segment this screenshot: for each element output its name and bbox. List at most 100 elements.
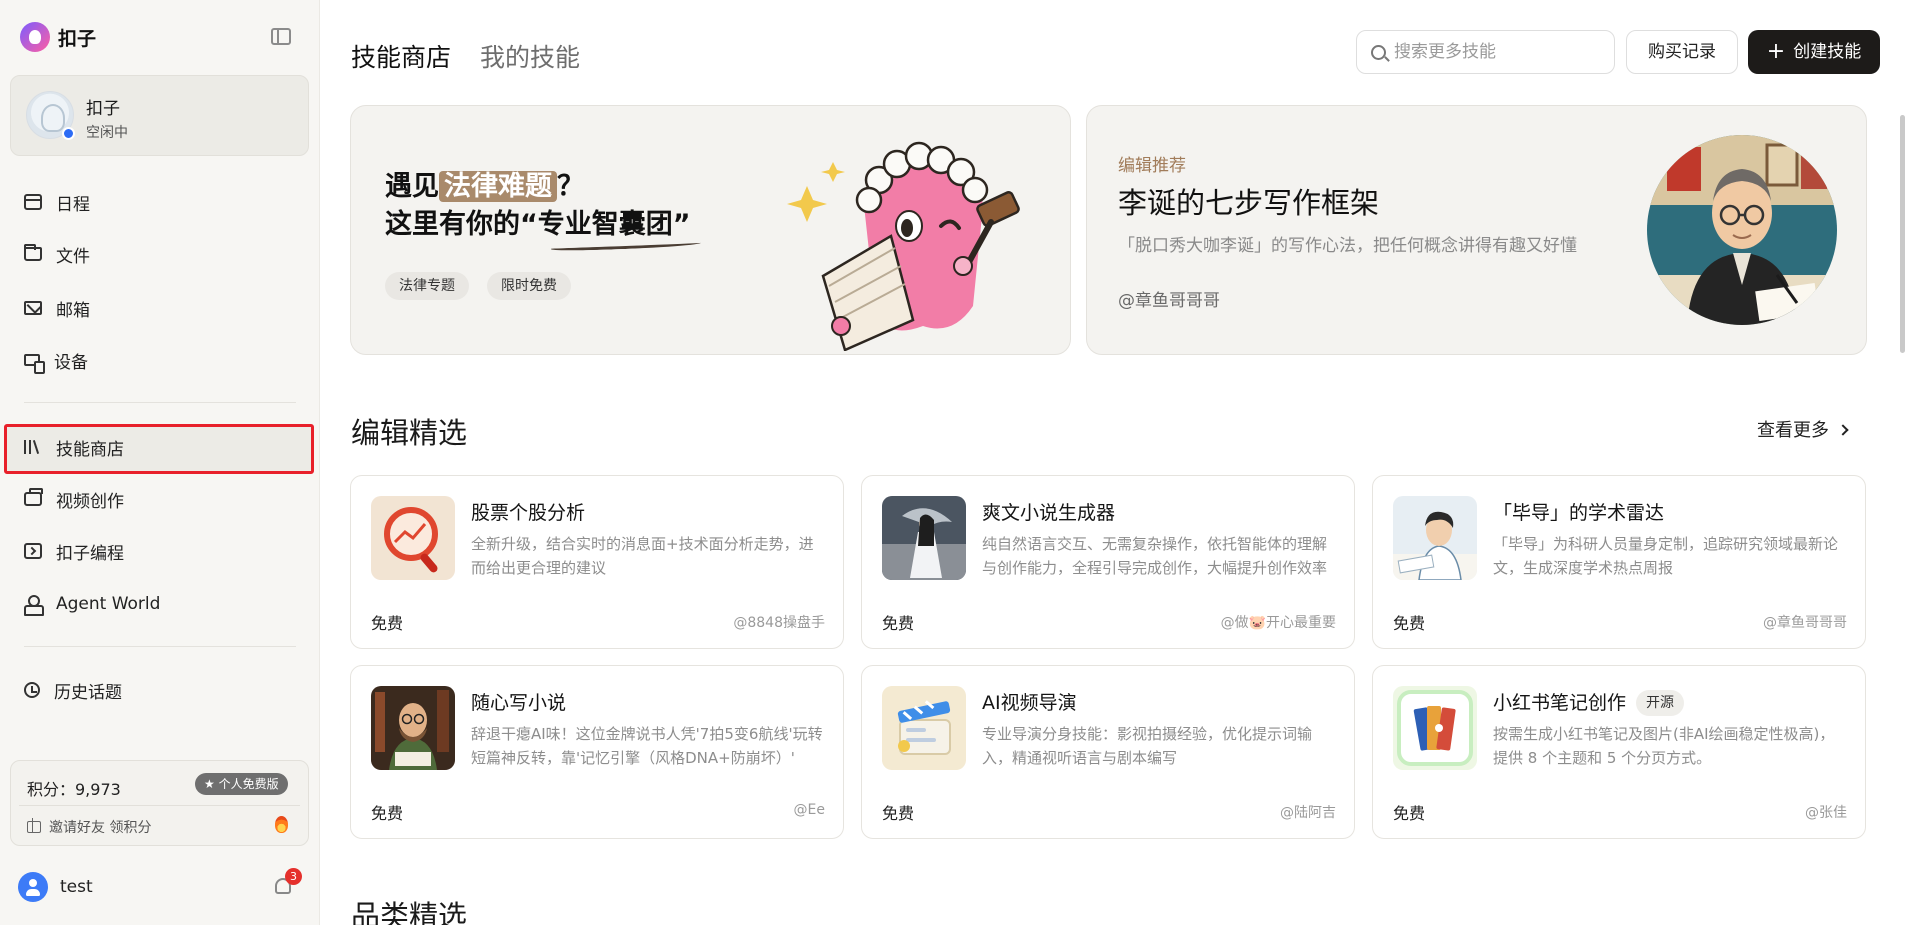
sidebar-collapse-icon[interactable] <box>271 28 291 45</box>
skill-card-description: 辞退干瘪AI味！这位金牌说书人凭'7拍5变6航线'玩转短篇神反转，靠'记忆引擎（… <box>471 725 823 767</box>
skill-card-price: 免费 <box>371 804 404 823</box>
sidebar-item-label: 邮箱 <box>56 300 90 321</box>
skill-card-author[interactable]: @做🐷开心最重要 <box>1221 612 1336 632</box>
banner-editor-recommend[interactable]: 编辑推荐 李诞的七步写作框架 「脱口秀大咖李诞」的写作心法，把任何概念讲得有趣又… <box>1086 105 1867 355</box>
user-profile[interactable]: test <box>18 872 93 902</box>
skill-card-title: 随心写小说 <box>471 692 567 714</box>
skill-card[interactable]: AI视频导演 专业导演分身技能：影视拍摄经验，优化提示词输入，精通视听语言与剧本… <box>861 665 1355 839</box>
calendar-icon <box>24 194 42 210</box>
skill-card-description: 全新升级，结合实时的消息面+技术面分析走势，进而给出更合理的建议 <box>471 535 814 577</box>
points-balance: 积分：9,973 <box>27 780 121 799</box>
coze-logo-icon <box>20 22 50 52</box>
skill-card[interactable]: 「毕导」的学术雷达 「毕导」为科研人员量身定制，追踪研究领域最新论文，生成深度学… <box>1372 475 1866 649</box>
plus-icon: + <box>1766 39 1786 64</box>
library-icon <box>24 439 42 455</box>
sidebar-item-label: 技能商店 <box>56 439 124 460</box>
stock-analysis-icon <box>371 496 455 580</box>
see-more-link[interactable]: 查看更多 <box>1757 416 1849 442</box>
skill-card-price: 免费 <box>1393 614 1426 633</box>
sidebar-item-coze-coding[interactable]: 扣子编程 <box>24 531 304 571</box>
skill-card-description: 按需生成小红书笔记及图片(非AI绘画稳定性极高)，提供 8 个主题和 5 个分页… <box>1493 725 1835 767</box>
academic-radar-icon <box>1393 496 1477 580</box>
invite-friends-link[interactable]: 邀请好友 领积分 <box>27 817 151 837</box>
skill-card-price: 免费 <box>1393 804 1426 823</box>
sidebar: 扣子 扣子 空闲中 日程 文件 邮箱 设备 技能商店 视频创作 扣子编程 Age… <box>0 0 320 925</box>
notification-count-badge: 3 <box>285 868 302 885</box>
page-scrollbar[interactable] <box>1900 115 1905 353</box>
section-title-category-pick: 品类精选 <box>351 899 468 925</box>
sidebar-item-video-creation[interactable]: 视频创作 <box>24 479 304 519</box>
device-icon <box>24 354 45 374</box>
banner-text: 遇见 <box>385 171 439 202</box>
plan-badge[interactable]: ★ 个人免费版 <box>195 773 288 795</box>
history-icon <box>24 682 40 698</box>
sidebar-item-label: 文件 <box>56 246 90 267</box>
sidebar-item-skill-store[interactable]: 技能商店 <box>24 427 304 467</box>
sidebar-item-label: 视频创作 <box>56 491 124 512</box>
skill-card-price: 免费 <box>371 614 404 633</box>
skill-card[interactable]: 爽文小说生成器 纯自然语言交互、无需复杂操作，依托智能体的理解与创作能力，全程引… <box>861 475 1355 649</box>
tab-skill-store[interactable]: 技能商店 <box>351 38 451 74</box>
banner-author[interactable]: @章鱼哥哥哥 <box>1118 286 1220 311</box>
search-icon <box>1371 44 1386 60</box>
points-card: 积分：9,973 ★ 个人免费版 邀请好友 领积分 <box>10 760 309 846</box>
skill-card-author[interactable]: @陆阿吉 <box>1280 802 1336 822</box>
skill-card-price: 免费 <box>882 804 915 823</box>
code-icon <box>24 543 42 559</box>
skill-card[interactable]: 小红书笔记创作 开源 按需生成小红书笔记及图片(非AI绘画稳定性极高)，提供 8 … <box>1372 665 1866 839</box>
banner-text: ？ <box>557 171 584 202</box>
agent-world-icon <box>24 595 44 616</box>
see-more-label: 查看更多 <box>1757 420 1829 441</box>
sidebar-item-files[interactable]: 文件 <box>24 234 304 274</box>
skill-card-author[interactable]: @张佳 <box>1805 802 1847 822</box>
search-box[interactable] <box>1356 30 1615 74</box>
banner-legal[interactable]: 遇见 法律难题？ 这里有你的“专业智囊团” 法律专题 限时免费 <box>350 105 1071 355</box>
agent-name: 扣子 <box>86 99 120 119</box>
invite-label: 邀请好友 领积分 <box>49 820 152 836</box>
banner-tag: 限时免费 <box>487 272 571 300</box>
sidebar-item-calendar[interactable]: 日程 <box>24 182 304 222</box>
skill-card-title: 「毕导」的学术雷达 <box>1493 502 1665 524</box>
sidebar-item-devices[interactable]: 设备 <box>24 340 304 380</box>
author-portrait-illustration <box>1647 135 1837 325</box>
skill-card[interactable]: 股票个股分析 全新升级，结合实时的消息面+技术面分析走势，进而给出更合理的建议 … <box>350 475 844 649</box>
skill-card-title: 爽文小说生成器 <box>982 502 1116 524</box>
skill-card-author[interactable]: @Ee <box>794 802 825 818</box>
skill-card[interactable]: 随心写小说 辞退干瘪AI味！这位金牌说书人凭'7拍5变6航线'玩转短篇神反转，靠… <box>350 665 844 839</box>
video-icon <box>24 488 43 506</box>
nav-divider <box>24 646 296 647</box>
brand-name: 扣子 <box>58 27 97 50</box>
brand[interactable]: 扣子 <box>20 22 96 52</box>
skill-card-description: 「毕导」为科研人员量身定制，追踪研究领域最新论文，生成深度学术热点周报 <box>1493 535 1839 577</box>
search-input[interactable] <box>1394 42 1594 62</box>
fire-icon <box>275 816 288 833</box>
novel-generator-icon <box>882 496 966 580</box>
video-director-icon <box>882 686 966 770</box>
purchase-history-button[interactable]: 购买记录 <box>1626 30 1738 74</box>
sidebar-item-agent-world[interactable]: Agent World <box>24 584 304 624</box>
banner-headline-1: 遇见 法律难题？ <box>385 164 584 203</box>
sidebar-item-label: 历史话题 <box>54 682 122 703</box>
user-name: test <box>60 877 93 897</box>
banner-title: 李诞的七步写作框架 <box>1118 186 1380 220</box>
banner-tag: 法律专题 <box>385 272 469 300</box>
section-title-editor-pick: 编辑精选 <box>351 416 468 450</box>
create-skill-button[interactable]: + 创建技能 <box>1748 30 1880 74</box>
sidebar-item-mail[interactable]: 邮箱 <box>24 288 304 328</box>
skill-card-author[interactable]: @8848操盘手 <box>733 612 825 632</box>
skill-card-author[interactable]: @章鱼哥哥哥 <box>1763 612 1847 632</box>
write-novel-icon <box>371 686 455 770</box>
banner-headline-2: 这里有你的“专业智囊团” <box>385 209 691 240</box>
sidebar-item-label: 扣子编程 <box>56 543 124 564</box>
skill-card-title: 股票个股分析 <box>471 502 586 524</box>
nav-divider <box>24 402 296 403</box>
points-divider <box>19 805 300 806</box>
skill-card-title: 小红书笔记创作 开源 <box>1493 688 1685 716</box>
sidebar-item-history[interactable]: 历史话题 <box>24 670 304 710</box>
decorative-swoosh <box>550 240 702 252</box>
open-source-tag: 开源 <box>1636 690 1685 716</box>
skill-card-title-text: 小红书笔记创作 <box>1493 692 1627 714</box>
banner-kicker: 编辑推荐 <box>1118 156 1186 176</box>
tab-my-skills[interactable]: 我的技能 <box>480 38 580 74</box>
agent-card[interactable]: 扣子 空闲中 <box>10 75 309 156</box>
